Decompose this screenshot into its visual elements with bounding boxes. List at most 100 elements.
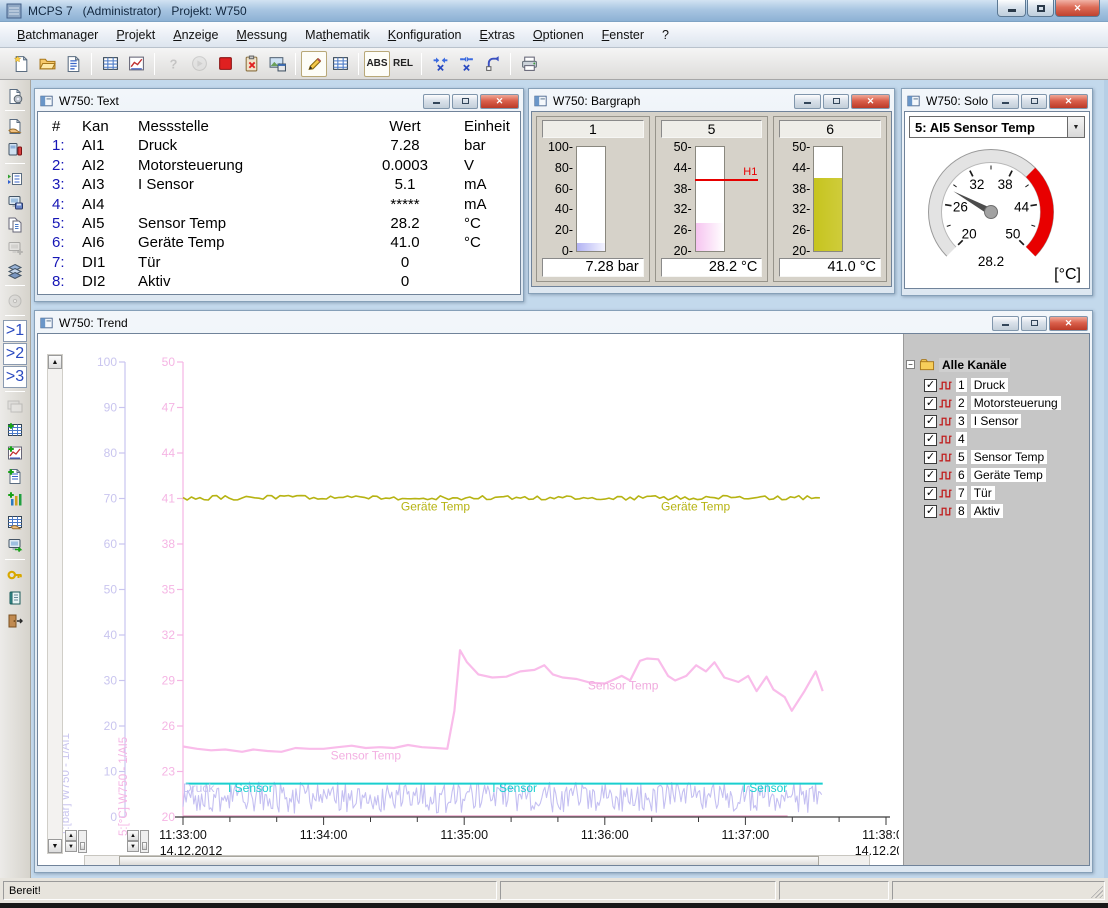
title-bar[interactable]: MCPS 7 (Administrator) Projekt: W750 ✕ xyxy=(0,0,1108,22)
zoom-x-button[interactable] xyxy=(427,51,453,77)
solo-minimize-button[interactable] xyxy=(992,94,1019,109)
scroll-down-icon[interactable]: ▼ xyxy=(48,839,62,853)
channel-tree-root[interactable]: −Alle Kanäle xyxy=(906,357,1010,372)
channel-list-button[interactable] xyxy=(3,167,27,190)
bargraph-close-button[interactable]: ✕ xyxy=(851,94,890,109)
menu-item-batchmanager[interactable]: Batchmanager xyxy=(8,25,107,45)
menu-item-projekt[interactable]: Projekt xyxy=(107,25,164,45)
layers-button[interactable] xyxy=(3,259,27,282)
menu-item-messung[interactable]: Messung xyxy=(227,25,296,45)
text-minimize-button[interactable] xyxy=(423,94,450,109)
view-3-button[interactable]: >3 xyxy=(3,365,27,388)
menu-item-optionen[interactable]: Optionen xyxy=(524,25,593,45)
axis-slider[interactable] xyxy=(78,830,87,853)
text-maximize-button[interactable] xyxy=(452,94,478,109)
solo-close-button[interactable]: ✕ xyxy=(1049,94,1088,109)
menu-item--[interactable]: ? xyxy=(653,25,678,45)
bargraph-minimize-button[interactable] xyxy=(794,94,821,109)
channel-tree-item[interactable]: ✓5Sensor Temp xyxy=(924,448,1061,466)
channel-tree-item[interactable]: ✓7Tür xyxy=(924,484,1061,502)
image-export-button[interactable] xyxy=(264,51,290,77)
rel-button[interactable]: REL xyxy=(390,51,416,77)
clipboard-cancel-button[interactable] xyxy=(238,51,264,77)
document-list-button[interactable] xyxy=(60,51,86,77)
bargraph-window-titlebar[interactable]: W750: Bargraph ✕ xyxy=(531,91,892,111)
spin-down-icon[interactable]: ▼ xyxy=(65,841,77,852)
open-folder-button[interactable] xyxy=(34,51,60,77)
trend-minimize-button[interactable] xyxy=(992,316,1019,331)
menu-item-anzeige[interactable]: Anzeige xyxy=(164,25,227,45)
channel-checkbox[interactable]: ✓ xyxy=(924,505,937,518)
channel-tree-item[interactable]: ✓6Geräte Temp xyxy=(924,466,1061,484)
add-chart-button[interactable] xyxy=(3,441,27,464)
doc-copy-button[interactable] xyxy=(3,213,27,236)
key-button[interactable] xyxy=(3,563,27,586)
menu-item-mathematik[interactable]: Mathematik xyxy=(296,25,379,45)
channel-tree-item[interactable]: ✓2Motorsteuerung xyxy=(924,394,1061,412)
data-table-button[interactable] xyxy=(97,51,123,77)
channel-checkbox[interactable]: ✓ xyxy=(924,379,937,392)
channel-tree-item[interactable]: ✓4 xyxy=(924,430,1061,448)
view-2-button[interactable]: >2 xyxy=(3,342,27,365)
notebook-button[interactable] xyxy=(3,586,27,609)
pc-save-button[interactable] xyxy=(3,190,27,213)
channel-selector-dropdown[interactable]: 5: AI5 Sensor Temp ▼ xyxy=(909,116,1085,138)
report-gear-button[interactable] xyxy=(3,84,27,107)
spin-down-icon[interactable]: ▼ xyxy=(127,841,139,852)
tree-collapse-icon[interactable]: − xyxy=(906,360,915,369)
solo-maximize-button[interactable] xyxy=(1021,94,1047,109)
text-close-button[interactable]: ✕ xyxy=(480,94,519,109)
scroll-up-icon[interactable]: ▲ xyxy=(48,355,62,369)
resize-grip[interactable] xyxy=(1089,884,1103,898)
chart-button[interactable] xyxy=(123,51,149,77)
channel-tree-item[interactable]: ✓3I Sensor xyxy=(924,412,1061,430)
doc-hand-button[interactable] xyxy=(3,114,27,137)
close-button[interactable]: ✕ xyxy=(1055,0,1100,17)
dropdown-arrow-icon[interactable]: ▼ xyxy=(1067,117,1084,137)
axis-slider-thumb[interactable] xyxy=(142,842,147,850)
device-alarm-button[interactable] xyxy=(3,137,27,160)
trend-window-titlebar[interactable]: W750: Trend ✕ xyxy=(37,313,1090,333)
spin-up-icon[interactable]: ▲ xyxy=(127,830,139,841)
table-cell-num: 8: xyxy=(52,272,82,291)
channel-checkbox[interactable]: ✓ xyxy=(924,487,937,500)
menu-item-fenster[interactable]: Fenster xyxy=(593,25,653,45)
new-file-button[interactable] xyxy=(8,51,34,77)
channel-checkbox[interactable]: ✓ xyxy=(924,397,937,410)
time-scrollbar[interactable] xyxy=(84,855,870,866)
abs-button[interactable]: ABS xyxy=(364,51,390,77)
pc-export-button[interactable] xyxy=(3,533,27,556)
axis-slider[interactable] xyxy=(140,830,149,853)
zoom-x-fit-button[interactable] xyxy=(453,51,479,77)
exit-door-button[interactable] xyxy=(3,609,27,632)
axis-scrollbar[interactable]: ▲▼ xyxy=(47,354,63,854)
solo-window-titlebar[interactable]: W750: Solo ✕ xyxy=(904,91,1090,111)
stop-button[interactable] xyxy=(212,51,238,77)
trend-maximize-button[interactable] xyxy=(1021,316,1047,331)
print-button[interactable] xyxy=(516,51,542,77)
pencil-button[interactable] xyxy=(301,51,327,77)
trend-close-button[interactable]: ✕ xyxy=(1049,316,1088,331)
add-table-button[interactable] xyxy=(3,418,27,441)
maximize-button[interactable] xyxy=(1027,0,1054,17)
minimize-button[interactable] xyxy=(997,0,1026,17)
channel-tree-item[interactable]: ✓1Druck xyxy=(924,376,1061,394)
add-bargraph-button[interactable] xyxy=(3,487,27,510)
menu-item-konfiguration[interactable]: Konfiguration xyxy=(379,25,471,45)
value-table-button[interactable] xyxy=(327,51,353,77)
channel-checkbox[interactable]: ✓ xyxy=(924,451,937,464)
channel-tree-item[interactable]: ✓8Aktiv xyxy=(924,502,1061,520)
axis-slider-thumb[interactable] xyxy=(80,842,85,850)
bargraph-maximize-button[interactable] xyxy=(823,94,849,109)
text-window-titlebar[interactable]: W750: Text ✕ xyxy=(37,91,521,111)
channel-checkbox[interactable]: ✓ xyxy=(924,433,937,446)
hand-grid-button[interactable] xyxy=(3,510,27,533)
add-list-button[interactable] xyxy=(3,464,27,487)
channel-checkbox[interactable]: ✓ xyxy=(924,469,937,482)
view-1-button[interactable]: >1 xyxy=(3,319,27,342)
channel-checkbox[interactable]: ✓ xyxy=(924,415,937,428)
undo-zoom-button[interactable] xyxy=(479,51,505,77)
time-scrollbar-thumb[interactable] xyxy=(119,856,819,866)
menu-item-extras[interactable]: Extras xyxy=(470,25,523,45)
spin-up-icon[interactable]: ▲ xyxy=(65,830,77,841)
